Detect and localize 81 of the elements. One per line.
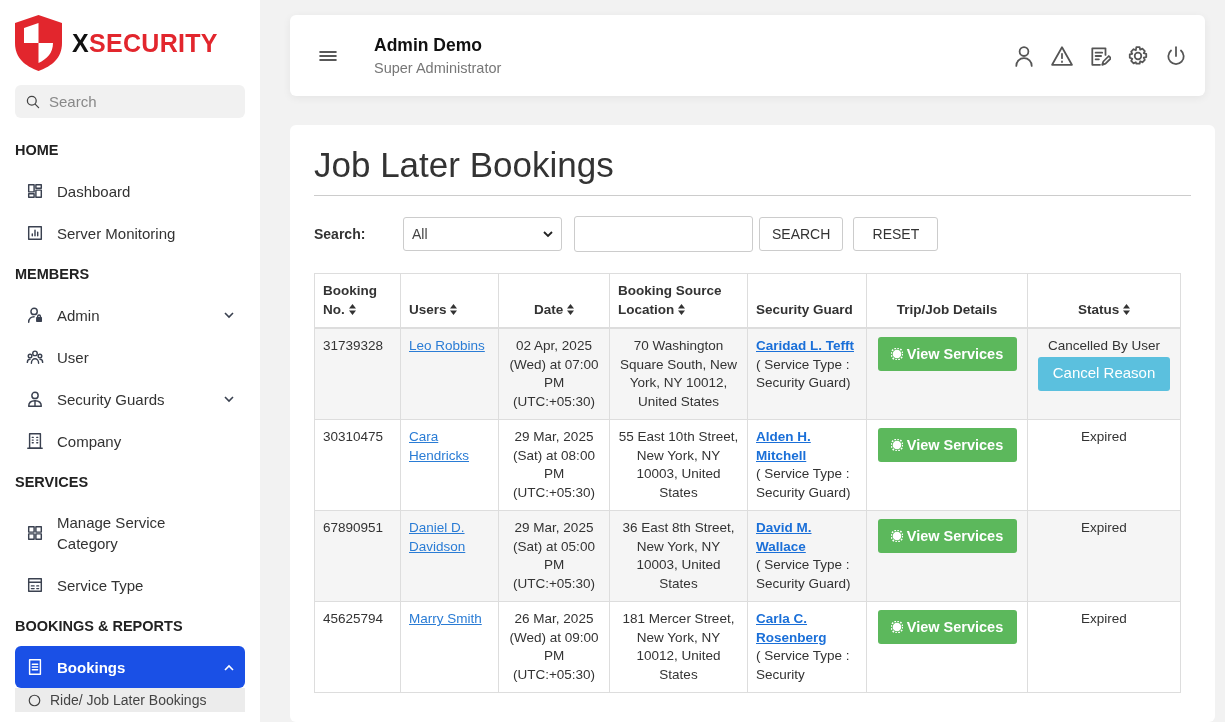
user-link[interactable]: Cara Hendricks <box>409 428 490 465</box>
dashboard-icon <box>26 182 44 200</box>
table-cell: 45625794 <box>314 601 401 693</box>
reset-button[interactable]: RESET <box>853 217 939 251</box>
section-heading: SERVICES <box>15 473 90 492</box>
sidebar-item[interactable]: User <box>15 336 245 378</box>
user-role: Super Administrator <box>374 60 503 76</box>
user-icon <box>1013 44 1035 67</box>
user-link[interactable]: Leo Robbins <box>409 337 485 356</box>
cog-icon <box>890 621 903 633</box>
edit-icon <box>1089 44 1111 67</box>
table-cell: 36 East 8th Street, New York, NY 10003, United States <box>609 510 748 602</box>
cog-icon <box>890 348 903 360</box>
table-cell: 181 Mercer Street, New York, NY 10012, United States <box>609 601 748 693</box>
guard-link[interactable]: David M. Wallace <box>756 519 858 556</box>
sidebar-item[interactable]: Server Monitoring <box>15 212 245 254</box>
chevron-icon <box>224 663 234 671</box>
grid-icon <box>26 524 44 542</box>
shield-logo-icon <box>15 15 62 71</box>
sidebar-item[interactable]: Admin <box>15 294 245 336</box>
table-cell: 02 Apr, 2025 (Wed) at 07:00 PM (UTC:+05:30) <box>498 328 610 420</box>
document-icon <box>26 658 44 676</box>
service-type-text: ( Service Type : Security Guard) <box>756 556 852 593</box>
status-text: Cancelled By User <box>1048 338 1160 353</box>
user-link[interactable]: Daniel D. Davidson <box>409 519 490 556</box>
form-icon <box>26 576 44 594</box>
section-heading: BOOKINGS & REPORTS <box>15 617 184 636</box>
guard-link[interactable]: Caridad L. Tefft <box>756 337 854 356</box>
service-type-text: ( Service Type : Security Guard) <box>756 355 852 392</box>
table-cell: 70 Washington Square South, New York, NY 10012, United States <box>609 328 748 420</box>
chevron-icon <box>224 311 234 319</box>
search-icon <box>25 93 41 110</box>
sort-icon[interactable] <box>1123 303 1130 315</box>
table-cell: 67890951 <box>314 510 401 602</box>
section-heading: MEMBERS <box>15 265 91 284</box>
table-cell: 29 Mar, 2025 (Sat) at 08:00 PM (UTC:+05:30) <box>498 419 610 511</box>
sort-icon[interactable] <box>450 303 458 315</box>
sidebar-item[interactable]: Manage Service Category <box>15 502 245 564</box>
sidebar-item[interactable]: Company <box>15 420 245 462</box>
guard-link[interactable]: Carla C. Rosenberg <box>756 610 858 647</box>
table-cell: 26 Mar, 2025 (Wed) at 09:00 PM (UTC:+05:30) <box>498 601 610 693</box>
sidebar-item[interactable]: Bookings <box>15 646 245 688</box>
sort-icon[interactable] <box>348 303 356 315</box>
power-icon <box>1165 44 1187 67</box>
status-text: Expired <box>1081 520 1127 535</box>
user-lock-icon <box>26 306 44 324</box>
page-title: Job Later Bookings <box>314 145 1191 196</box>
table-cell: 30310475 <box>314 419 401 511</box>
sidebar-subitem[interactable]: Ride/ Job Later Bookings <box>15 688 245 712</box>
section-heading: HOME <box>15 141 60 160</box>
sidebar-item[interactable]: Security Guards <box>15 378 245 420</box>
status-text: Expired <box>1081 429 1127 444</box>
table-cell: 29 Mar, 2025 (Sat) at 05:00 PM (UTC:+05:30) <box>498 510 610 602</box>
chart-icon <box>26 224 44 242</box>
building-icon <box>26 432 44 450</box>
chevron-icon <box>224 395 234 403</box>
user-link[interactable]: Marry Smith <box>409 610 482 629</box>
settings-icon <box>1127 44 1149 67</box>
sidebar-item[interactable]: Service Type <box>15 564 245 606</box>
status-text: Expired <box>1081 611 1127 626</box>
service-type-text: ( Service Type : Security <box>756 647 851 684</box>
circle-icon <box>27 692 42 708</box>
table-cell: 55 East 10th Street, New York, NY 10003, United States <box>609 419 748 511</box>
brand-logo: XSECURITY <box>72 28 218 58</box>
cog-icon <box>890 439 903 451</box>
sort-icon[interactable] <box>678 303 685 315</box>
warning-icon <box>1051 44 1073 67</box>
user-name: Admin Demo <box>374 35 483 56</box>
table-cell: 31739328 <box>314 328 401 420</box>
search-label: Search: <box>314 226 367 242</box>
filter-dropdown[interactable]: All <box>403 217 562 251</box>
users-icon <box>26 348 44 366</box>
sidebar-item[interactable]: Dashboard <box>15 170 245 212</box>
cog-icon <box>890 530 903 542</box>
search-input[interactable] <box>574 216 753 252</box>
service-type-text: ( Service Type : Security Guard) <box>756 465 852 502</box>
search-button[interactable]: SEARCH <box>759 217 844 251</box>
sort-icon[interactable] <box>567 303 574 315</box>
guard-icon <box>26 390 44 408</box>
chevron-icon <box>543 230 553 238</box>
guard-link[interactable]: Alden H. Mitchell <box>756 428 858 465</box>
